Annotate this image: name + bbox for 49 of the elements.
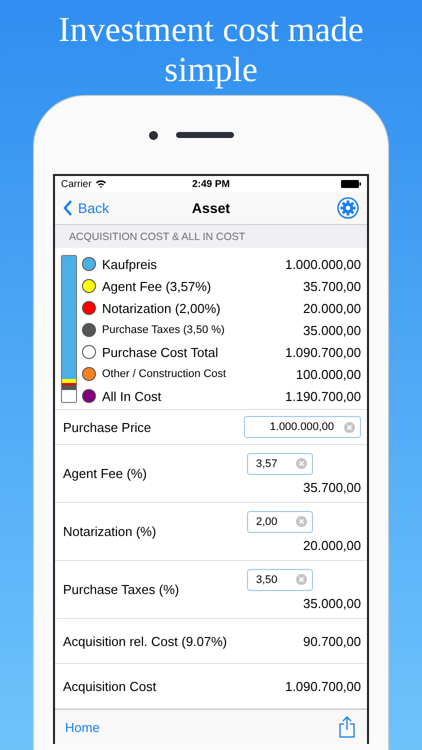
legend-label: Agent Fee (3,57%) — [102, 278, 212, 294]
input-field[interactable]: 3,50 — [247, 568, 313, 590]
field-label: Acquisition Cost — [63, 678, 156, 694]
input-field[interactable]: 1.000.000,00 — [244, 416, 361, 438]
field-label: Notarization (%) — [63, 524, 156, 539]
input-field[interactable]: 3,57 — [247, 452, 313, 474]
settings-icon — [337, 197, 359, 219]
back-label: Back — [78, 200, 110, 216]
legend-value: 1.190.700,00 — [285, 388, 361, 404]
legend-value: 20.000,00 — [303, 300, 361, 316]
legend-value: 1.000.000,00 — [285, 256, 361, 272]
legend-value: 35.000,00 — [303, 322, 361, 338]
clear-icon[interactable] — [296, 574, 307, 585]
legend-value: 35.700,00 — [303, 278, 361, 294]
field-label: Purchase Taxes (%) — [63, 582, 180, 597]
back-button[interactable]: Back — [63, 200, 110, 216]
legend-label: Other / Construction Cost — [102, 368, 228, 380]
carrier-label: Carrier — [61, 178, 92, 190]
nav-title: Asset — [192, 200, 230, 216]
legend-label: All In Cost — [102, 388, 162, 404]
legend-value: 100.000,00 — [296, 366, 361, 382]
status-time: 2:49 PM — [192, 178, 230, 190]
field-label: Acquisition rel. Cost (9.07%) — [63, 634, 228, 648]
speaker-icon — [176, 132, 234, 138]
field-label: Agent Fee (%) — [63, 466, 147, 481]
legend-label: Purchase Cost Total — [102, 344, 220, 360]
headline: Investment cost made simple — [57, 10, 365, 90]
clear-icon[interactable] — [344, 422, 355, 432]
wifi-icon — [96, 180, 106, 188]
camera-icon — [148, 130, 158, 140]
legend-label: Notarization (2,00%) — [102, 300, 222, 316]
legend-label: Kaufpreis — [102, 256, 158, 272]
legend-value: 1.090.700,00 — [285, 344, 361, 360]
result-value: 35.700,00 — [303, 480, 361, 494]
section-header: ACQUISITION COST & ALL IN COST — [55, 225, 367, 248]
field-label: Purchase Price — [63, 420, 152, 434]
settings-button[interactable] — [337, 197, 359, 219]
home-link[interactable]: Home — [65, 720, 100, 734]
clear-icon[interactable] — [296, 516, 307, 527]
chevron-icon — [63, 200, 73, 216]
share-icon[interactable] — [339, 716, 355, 738]
legend-label: Purchase Taxes (3,50 %) — [102, 324, 226, 336]
result-value: 20.000,00 — [303, 538, 361, 552]
result-value: 35.000,00 — [303, 596, 361, 610]
result-value: 1.090.700,00 — [285, 678, 361, 694]
battery-icon — [341, 180, 361, 188]
result-value: 90.700,00 — [303, 634, 361, 648]
input-field[interactable]: 2,00 — [247, 510, 313, 532]
clear-icon[interactable] — [296, 458, 307, 469]
